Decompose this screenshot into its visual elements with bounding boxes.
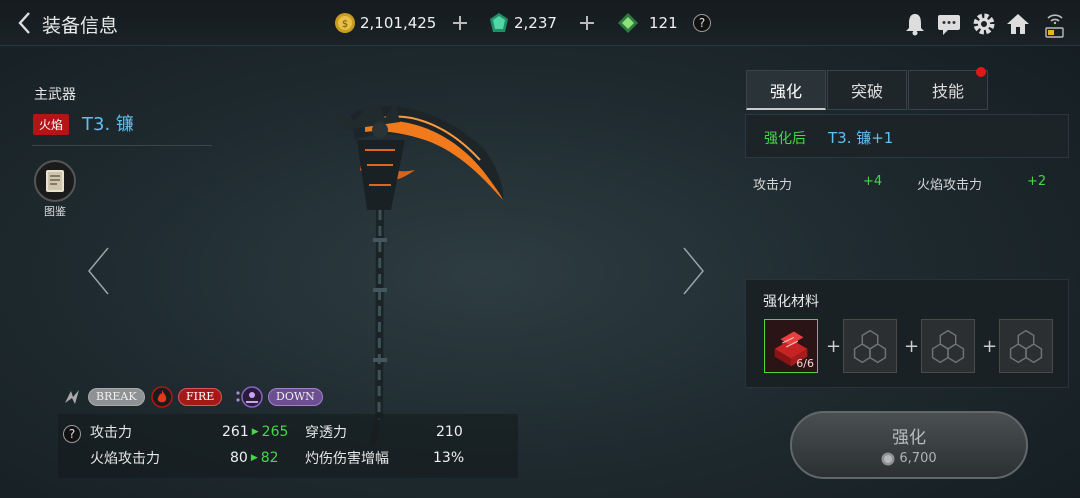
stat-current: 261 <box>222 424 249 440</box>
break-icon <box>65 390 79 404</box>
stat-values: 80 ▶ 82 <box>230 447 279 469</box>
bell-icon[interactable] <box>902 11 928 37</box>
bonus-value: +2 <box>1027 174 1047 189</box>
back-arrow-icon[interactable] <box>14 10 36 36</box>
scythe-weapon-image <box>325 98 504 446</box>
prev-arrow-icon[interactable] <box>86 246 112 296</box>
codex-button[interactable] <box>34 160 76 202</box>
stat-value: 210 <box>436 424 463 440</box>
next-arrow-icon[interactable] <box>680 246 706 296</box>
material-slot-empty[interactable] <box>921 319 975 373</box>
page-title: 装备信息 <box>42 15 119 37</box>
increase-arrow-icon: ▶ <box>251 427 259 437</box>
empty-slot-icon <box>1009 329 1043 364</box>
bonus-label: 火焰攻击力 <box>917 178 983 193</box>
weapon-name: T3. 镰 <box>82 114 134 135</box>
increase-arrow-icon: ▶ <box>250 453 258 463</box>
after-weapon-name: T3. 镰+1 <box>828 129 894 147</box>
stat-label: 穿透力 <box>305 425 347 441</box>
enhance-button-label: 强化 <box>892 428 926 448</box>
stat-values: 261 ▶ 265 <box>222 421 288 443</box>
plus-sign: + <box>826 336 842 357</box>
token-icon <box>618 13 638 33</box>
fire-icon <box>151 386 173 408</box>
enhance-button[interactable]: 强化 6,700 <box>790 411 1028 479</box>
tag-down: DOWN <box>268 388 323 406</box>
svg-text:$: $ <box>342 19 348 30</box>
gold-currency: $ 2,101,425 <box>334 12 436 34</box>
token-currency: 121 <box>617 12 678 34</box>
book-icon <box>46 170 64 192</box>
token-amount: 121 <box>649 14 678 32</box>
stat-value: 13% <box>433 450 465 466</box>
stat-label: 火焰攻击力 <box>90 451 160 467</box>
tag-break: BREAK <box>88 388 145 406</box>
stat-new: 82 <box>260 450 279 466</box>
material-slot-filled[interactable]: 6/6 <box>764 319 818 373</box>
notification-dot <box>976 67 986 77</box>
gold-coin-icon: $ <box>335 13 355 33</box>
codex-label: 图鉴 <box>44 205 66 218</box>
add-gem-plus-icon[interactable] <box>578 14 596 32</box>
plus-sign: + <box>904 336 920 357</box>
tab-skill[interactable]: 技能 <box>908 70 988 110</box>
gem-currency: 2,237 <box>488 12 557 34</box>
material-slot-empty[interactable] <box>999 319 1053 373</box>
stat-label: 攻击力 <box>90 425 132 441</box>
stat-row: 攻击力 <box>90 421 132 443</box>
tag-fire: FIRE <box>178 388 223 406</box>
bonus-value: +4 <box>863 174 883 189</box>
gem-amount: 2,237 <box>514 14 557 32</box>
empty-slot-icon <box>931 329 965 364</box>
chat-icon[interactable] <box>936 11 962 37</box>
stat-new: 265 <box>261 424 289 440</box>
after-label: 强化后 <box>764 131 806 147</box>
stat-label: 灼伤伤害增幅 <box>305 451 389 467</box>
enhance-cost-value: 6,700 <box>899 451 937 466</box>
material-slot-empty[interactable] <box>843 319 897 373</box>
wifi-battery-icon <box>1045 14 1064 38</box>
down-icon <box>236 386 263 408</box>
home-icon[interactable] <box>1005 11 1031 37</box>
weapon-slot-label: 主武器 <box>34 87 76 103</box>
add-gold-plus-icon[interactable] <box>451 14 469 32</box>
tab-breakthrough[interactable]: 突破 <box>827 70 907 110</box>
plus-sign: + <box>982 336 998 357</box>
gear-icon[interactable] <box>971 11 997 37</box>
element-badge: 火焰 <box>33 114 70 135</box>
bonus-label: 攻击力 <box>753 178 793 193</box>
material-count: 6/6 <box>796 357 814 370</box>
stat-current: 80 <box>230 450 248 466</box>
help-icon[interactable]: ? <box>693 14 711 32</box>
stats-help-icon[interactable]: ? <box>63 425 81 443</box>
green-gem-icon <box>490 13 508 32</box>
divider <box>32 145 212 146</box>
enhance-cost: 6,700 <box>792 451 1026 466</box>
silver-coin-icon <box>881 452 895 465</box>
tab-enhance[interactable]: 强化 <box>746 70 826 110</box>
materials-title: 强化材料 <box>763 294 819 310</box>
after-enhance-box: 强化后 T3. 镰+1 <box>745 114 1069 158</box>
gold-amount: 2,101,425 <box>360 14 437 32</box>
empty-slot-icon <box>853 329 887 364</box>
